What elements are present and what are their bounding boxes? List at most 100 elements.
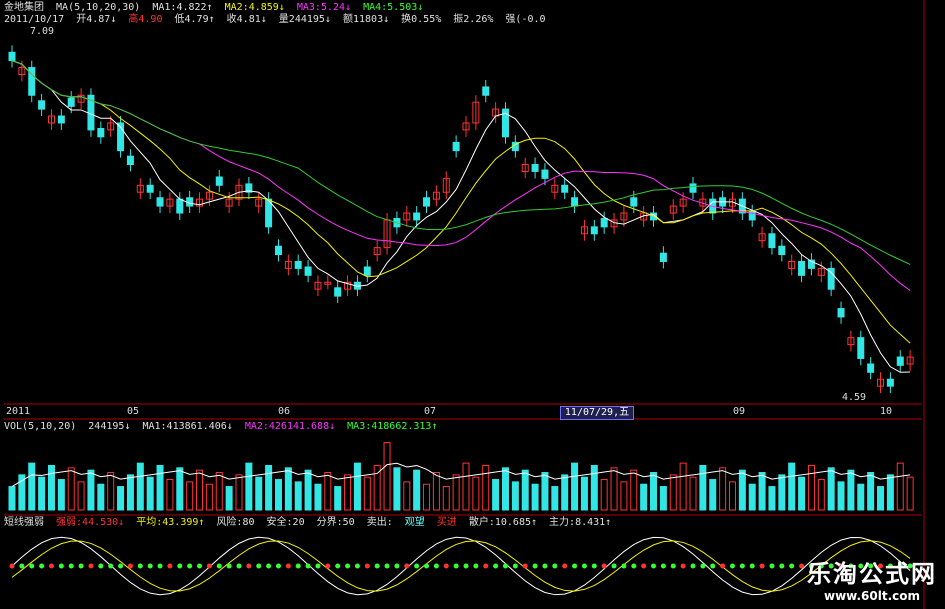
volume-bar — [610, 467, 618, 511]
divide-dot — [779, 563, 785, 569]
vol-value: 244195↓ — [88, 421, 131, 432]
divide-dot — [58, 563, 64, 569]
volume-bar — [709, 479, 717, 511]
divide-dot — [404, 563, 410, 569]
volume-bar — [403, 481, 411, 511]
divide-dot — [266, 563, 272, 569]
volume-bar — [186, 481, 194, 511]
divide-dot — [532, 563, 538, 569]
volume-bar — [807, 464, 815, 511]
divide-dot — [759, 563, 765, 569]
candle-body — [689, 183, 697, 193]
divide-dot — [108, 563, 114, 569]
watermark: 乐淘公式网 www.60lt.com — [807, 554, 937, 603]
volume-bar — [304, 469, 312, 511]
candle-body — [837, 308, 845, 318]
divide-dot — [246, 563, 252, 569]
volume-value: 量244195↓ — [278, 14, 331, 25]
divide-dot — [226, 563, 232, 569]
divide-dot — [433, 563, 439, 569]
divide-dot — [187, 563, 193, 569]
divide-dot — [98, 563, 104, 569]
volume-bar — [47, 464, 55, 511]
candle-body — [571, 197, 579, 207]
close-value: 收4.81↓ — [226, 14, 267, 25]
volume-bar — [877, 486, 885, 511]
candle-body — [886, 378, 894, 387]
divide-dot — [118, 563, 124, 569]
volume-bar — [383, 442, 391, 511]
divide-dot — [611, 563, 617, 569]
time-label-06: 06 — [278, 406, 291, 417]
divide-dot — [581, 563, 587, 569]
volume-bar — [117, 486, 125, 511]
divide-dot — [631, 563, 637, 569]
volume-bar — [472, 476, 480, 511]
divide-dot — [137, 563, 143, 569]
volume-bar — [294, 481, 302, 511]
divide-dot — [700, 563, 706, 569]
volume-bar — [225, 486, 233, 511]
time-label-09: 09 — [733, 406, 746, 417]
divide-dot — [285, 563, 291, 569]
volume-bar — [87, 469, 95, 511]
divide-dot — [384, 563, 390, 569]
divide-dot — [512, 563, 518, 569]
candle-body — [600, 218, 608, 228]
divide-dot — [48, 563, 54, 569]
volume-bar — [77, 481, 85, 511]
divide-dot — [197, 563, 203, 569]
strength-value: 强(-0.0 — [505, 14, 546, 25]
divide-dot — [601, 563, 607, 569]
divide-dot — [29, 563, 35, 569]
watermark-url: www.60lt.com — [823, 589, 921, 603]
indicator-avg: 平均:43.399↑ — [136, 517, 205, 528]
divide-dot — [39, 563, 45, 569]
volume-bar — [393, 467, 401, 511]
candle-body — [452, 141, 460, 152]
indicator-header: 短线强弱 强弱:44.530↓ 平均:43.399↑ 风险:80 安全:20 分… — [4, 517, 617, 529]
divide-dot — [769, 563, 775, 569]
indicator-main: 主力:8.431↑ — [549, 517, 612, 528]
indicator-buy: 买进 — [436, 517, 457, 528]
volume-bar — [284, 467, 292, 511]
divide-dot — [552, 563, 558, 569]
candle-body — [57, 115, 65, 124]
volume-bar — [245, 462, 253, 511]
volume-bar — [18, 474, 26, 511]
volume-bar — [324, 472, 332, 511]
divide-dot — [651, 563, 657, 569]
candle-body — [630, 197, 638, 207]
volume-bar — [432, 472, 440, 511]
divide-dot — [572, 563, 578, 569]
volume-bar — [837, 481, 845, 511]
time-label-05: 05 — [127, 406, 140, 417]
divide-dot — [335, 563, 341, 569]
divide-dot — [690, 563, 696, 569]
divide-dot — [394, 563, 400, 569]
divide-dot — [483, 563, 489, 569]
average-line — [11, 540, 911, 592]
volume-bar — [857, 483, 865, 511]
candle-body — [768, 233, 776, 249]
volume-bar — [748, 483, 756, 511]
volume-bar — [501, 467, 509, 511]
candle-body — [363, 266, 371, 276]
divide-dot — [345, 563, 351, 569]
indicator-sell: 卖出: — [366, 517, 393, 528]
volume-bar — [196, 469, 204, 511]
stock-chart-screen: 金地集团 MA(5,10,20,30) MA1:4.822↑ MA2:4.859… — [0, 0, 945, 609]
indicator-strong: 强弱:44.530↓ — [56, 517, 125, 528]
divide-dot — [720, 563, 726, 569]
divide-dot — [256, 563, 262, 569]
vol-def: VOL(5,10,20) — [4, 421, 77, 432]
volume-bar — [798, 476, 806, 511]
volume-bar — [205, 483, 213, 511]
divide-dot — [739, 563, 745, 569]
volume-bar — [136, 462, 144, 511]
volume-bar — [482, 464, 490, 511]
price-header-2: 2011/10/17 开4.87↓ 高4.90 低4.79↑ 收4.81↓ 量2… — [4, 14, 552, 26]
volume-bar — [788, 462, 796, 511]
divide-dot — [591, 563, 597, 569]
volume-bar — [146, 476, 154, 511]
